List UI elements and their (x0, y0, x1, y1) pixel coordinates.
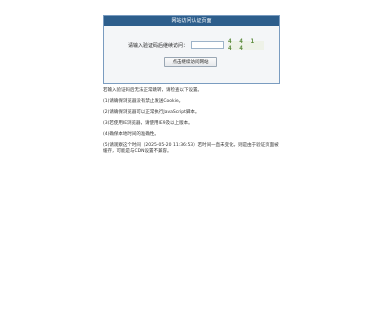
captcha-image[interactable]: 4 4 1 4 4 (228, 38, 265, 52)
captcha-input[interactable] (191, 41, 225, 49)
note-item: (3)若使用IE浏览器，请使用IE9及以上版本。 (103, 121, 193, 126)
captcha-row: 请输入验证码后继续访问： 4 4 1 4 4 (128, 38, 265, 52)
notes-intro: 若输入验证码后无法正常跳转，请检查以下设置。 (103, 88, 202, 93)
help-notes: 若输入验证码后无法正常跳转，请检查以下设置。 (1)请确保浏览器没有禁止发送Co… (103, 88, 283, 160)
note-item: (2)请确保浏览器可以正常执行JavaScript脚本。 (103, 110, 200, 115)
note-item: (1)请确保浏览器没有禁止发送Cookie。 (103, 99, 184, 104)
continue-button[interactable]: 点击继续访问网站 (164, 57, 217, 67)
panel-title: 网站访问认证页面 (104, 16, 279, 26)
note-item: (5)请观察这个时间（2025-05-20 11:36:53）若时间一直未变化，… (103, 143, 279, 154)
verification-panel: 网站访问认证页面 请输入验证码后继续访问： 4 4 1 4 4 点击继续访问网站 (103, 15, 280, 84)
captcha-prompt-label: 请输入验证码后继续访问： (128, 42, 189, 49)
note-item: (4)确保本地时间的准确性。 (103, 132, 159, 137)
